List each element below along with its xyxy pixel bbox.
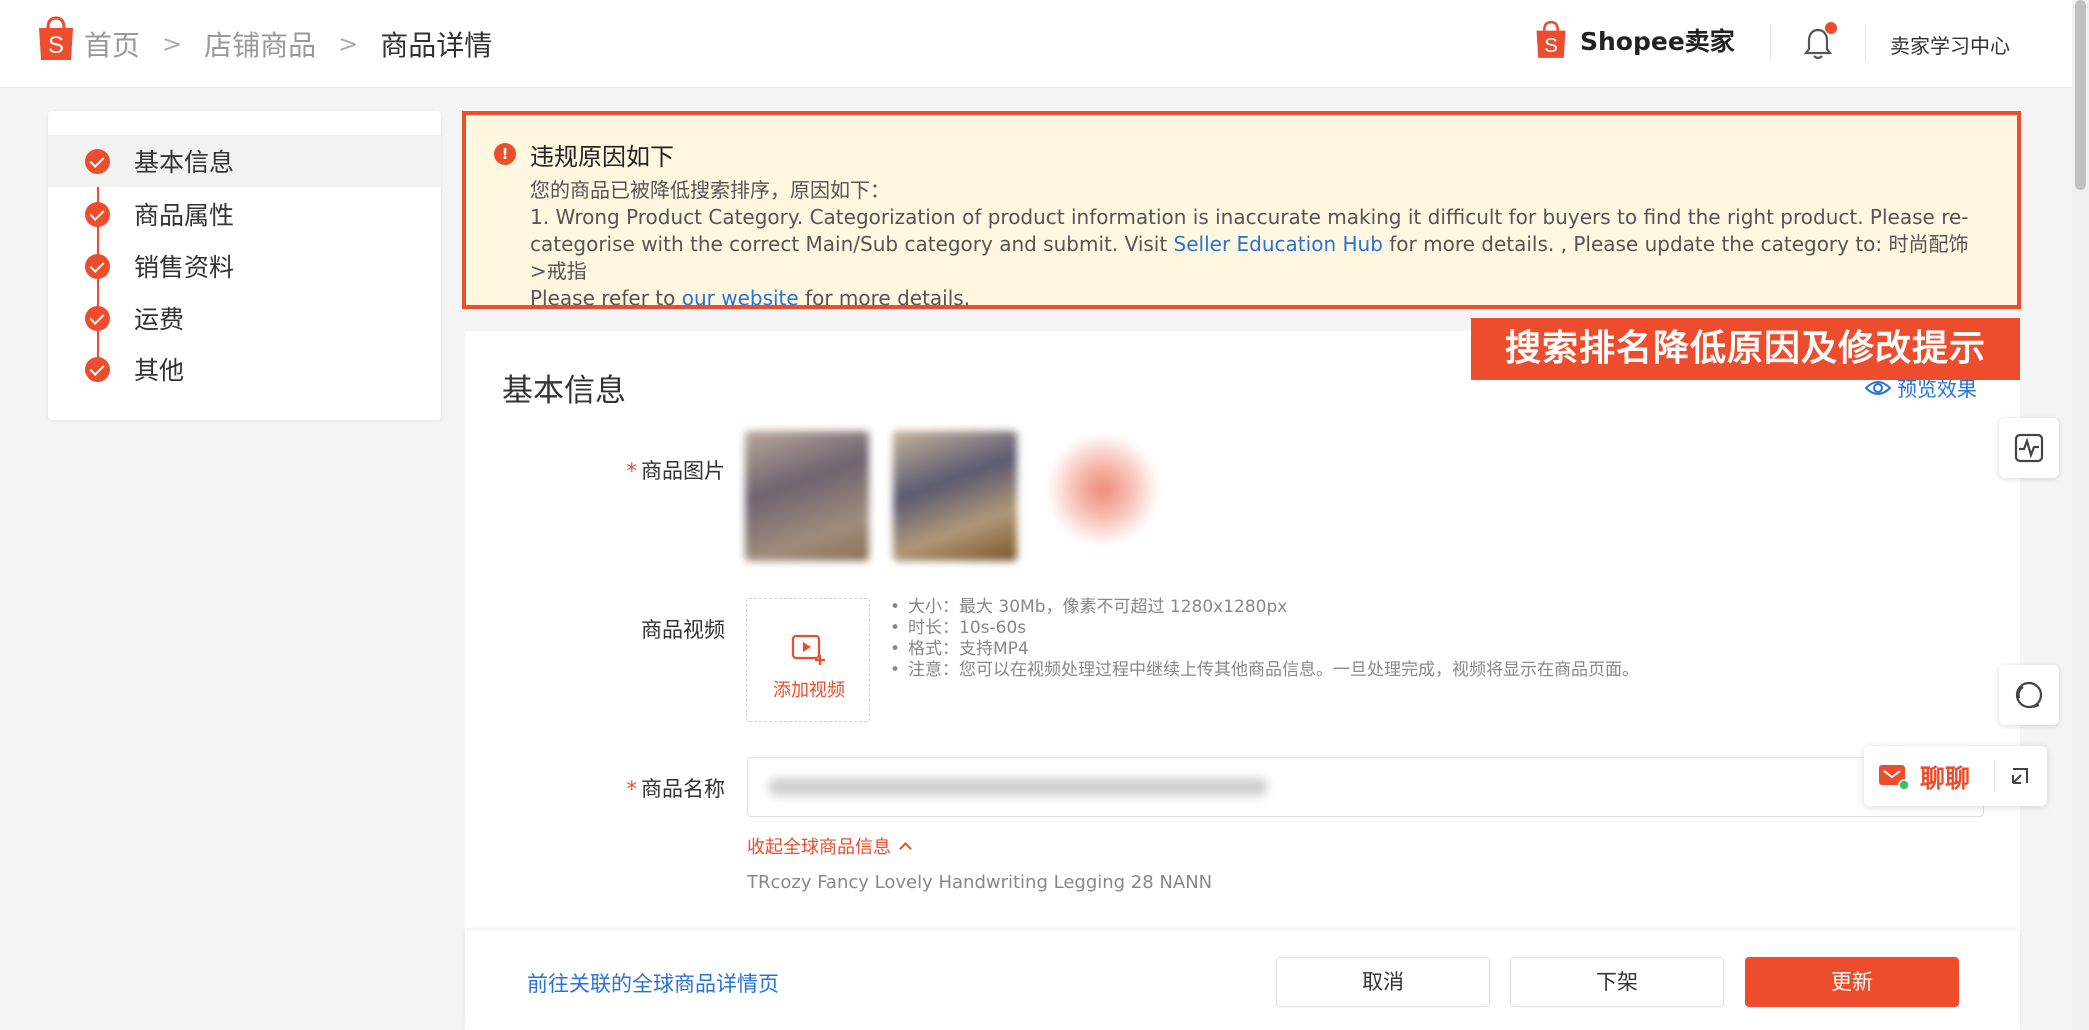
brand-name: Shopee卖家 (1580, 27, 1735, 56)
check-circle-icon (85, 201, 110, 227)
svg-text:S: S (48, 32, 64, 59)
add-video-button[interactable]: 添加视频 (746, 598, 870, 722)
nav-item-others[interactable]: 其他 (48, 343, 441, 395)
breadcrumb-home[interactable]: 首页 (84, 24, 140, 64)
error-icon: ! (494, 143, 516, 165)
required-mark: * (626, 459, 638, 483)
update-button[interactable]: 更新 (1745, 957, 1959, 1007)
blurred-product-name (768, 778, 1268, 796)
section-title: 基本信息 (502, 373, 626, 409)
cancel-button[interactable]: 取消 (1276, 957, 1490, 1007)
svg-text:S: S (1544, 35, 1558, 57)
nav-item-label: 商品属性 (134, 201, 235, 230)
nav-item-attributes[interactable]: 商品属性 (48, 188, 441, 240)
collapse-global-info-toggle[interactable]: 收起全球商品信息 (747, 833, 912, 859)
eye-icon (1865, 380, 1891, 395)
header-divider (1770, 24, 1771, 62)
check-circle-icon (85, 356, 110, 382)
global-product-link[interactable]: 前往关联的全球商品详情页 (527, 968, 779, 998)
nav-item-label: 运费 (134, 305, 185, 334)
alert-title: 违规原因如下 (530, 143, 674, 171)
performance-widget-button[interactable] (1999, 418, 2059, 478)
delist-button[interactable]: 下架 (1510, 957, 1724, 1007)
activity-monitor-icon (2014, 433, 2044, 463)
seller-education-hub-link[interactable]: Seller Education Hub (1174, 232, 1383, 256)
nav-item-label: 其他 (134, 356, 185, 385)
refer-text: for more details. (798, 286, 971, 310)
chat-icon (1879, 765, 1910, 791)
shopee-logo-icon: S (1536, 20, 1566, 58)
video-rule-size: 大小：最大 30Mb，像素不可超过 1280x1280px (888, 597, 1668, 618)
our-website-link[interactable]: our website (682, 286, 799, 310)
label-text: 商品名称 (641, 777, 725, 801)
annotation-tag: 搜索排名降低原因及修改提示 (1471, 318, 2020, 380)
scrollbar-thumb[interactable] (2075, 0, 2086, 190)
product-name-label: * 商品名称 (525, 773, 726, 803)
alert-body: 您的商品已被降低搜索排序，原因如下： 1. Wrong Product Cate… (530, 177, 1970, 312)
add-video-label: 添加视频 (773, 680, 845, 701)
header-divider (1865, 24, 1866, 62)
alert-reason: 1. Wrong Product Category. Categorizatio… (530, 204, 1970, 285)
action-footer: 前往关联的全球商品详情页 取消 下架 更新 (465, 931, 2020, 1030)
seller-brand[interactable]: S Shopee卖家 (1534, 20, 1735, 60)
chevron-up-icon (899, 842, 912, 855)
video-rule-note: 注意：您可以在视频处理过程中继续上传其他商品信息。一旦处理完成，视频将显示在商品… (888, 660, 1648, 681)
breadcrumb-shop-products[interactable]: 店铺商品 (204, 24, 316, 64)
refer-text: Please refer to (530, 286, 682, 310)
product-video-label: 商品视频 (641, 618, 725, 642)
collapse-label: 收起全球商品信息 (747, 837, 891, 858)
headset-icon (2015, 681, 2043, 709)
chat-divider (1994, 760, 1995, 792)
breadcrumb: 首页 > 店铺商品 > 商品详情 (84, 24, 492, 64)
basic-info-card: 基本信息 预览效果 *商品图片 商品视频 添加视频 大小：最大 30Mb，像素不… (465, 331, 2020, 931)
nav-item-label: 销售资料 (134, 253, 235, 282)
shopee-logo-icon[interactable]: S (36, 16, 76, 62)
top-header: S 首页 > 店铺商品 > 商品详情 S Shopee卖家 卖家学习中心 (0, 0, 2072, 88)
video-requirements-list: 大小：最大 30Mb，像素不可超过 1280x1280px 时长：10s-60s… (888, 597, 1668, 681)
alert-intro: 您的商品已被降低搜索排序，原因如下： (530, 178, 890, 202)
notification-dot (1825, 22, 1837, 34)
add-image-slot[interactable] (1041, 431, 1165, 561)
check-circle-icon (85, 253, 110, 279)
global-product-name: TRcozy Fancy Lovely Handwriting Legging … (747, 872, 1213, 893)
required-mark: * (626, 777, 638, 801)
section-nav: 基本信息 商品属性 销售资料 运费 其他 (48, 111, 441, 420)
nav-item-sales-info[interactable]: 销售资料 (48, 240, 441, 292)
chat-label: 聊聊 (1920, 764, 1971, 793)
alert-refer: Please refer to our website for more det… (530, 285, 1970, 312)
nav-item-label: 基本信息 (134, 148, 235, 177)
chevron-right-icon: > (338, 30, 359, 58)
video-rule-format: 格式：支持MP4 (888, 639, 1668, 660)
chevron-right-icon: > (162, 30, 183, 58)
seller-learning-center-link[interactable]: 卖家学习中心 (1890, 30, 2010, 59)
check-circle-icon (85, 148, 110, 174)
expand-icon[interactable] (2010, 766, 2030, 786)
product-images-label: * 商品图片 (525, 455, 726, 485)
label-text: 商品图片 (641, 459, 725, 483)
product-image-thumbnail[interactable] (745, 431, 869, 561)
check-circle-icon (85, 305, 110, 331)
violation-alert: ! 违规原因如下 您的商品已被降低搜索排序，原因如下： 1. Wrong Pro… (462, 111, 2021, 312)
nav-item-basic-info[interactable]: 基本信息 (48, 135, 441, 187)
chat-widget[interactable]: 聊聊 (1864, 746, 2047, 806)
nav-item-shipping[interactable]: 运费 (48, 292, 441, 344)
customer-service-button[interactable] (1999, 665, 2059, 725)
video-add-icon (791, 634, 825, 665)
product-name-input[interactable] (747, 757, 1984, 817)
product-image-thumbnail[interactable] (893, 431, 1017, 561)
breadcrumb-current: 商品详情 (380, 29, 493, 62)
video-rule-duration: 时长：10s-60s (888, 618, 1668, 639)
